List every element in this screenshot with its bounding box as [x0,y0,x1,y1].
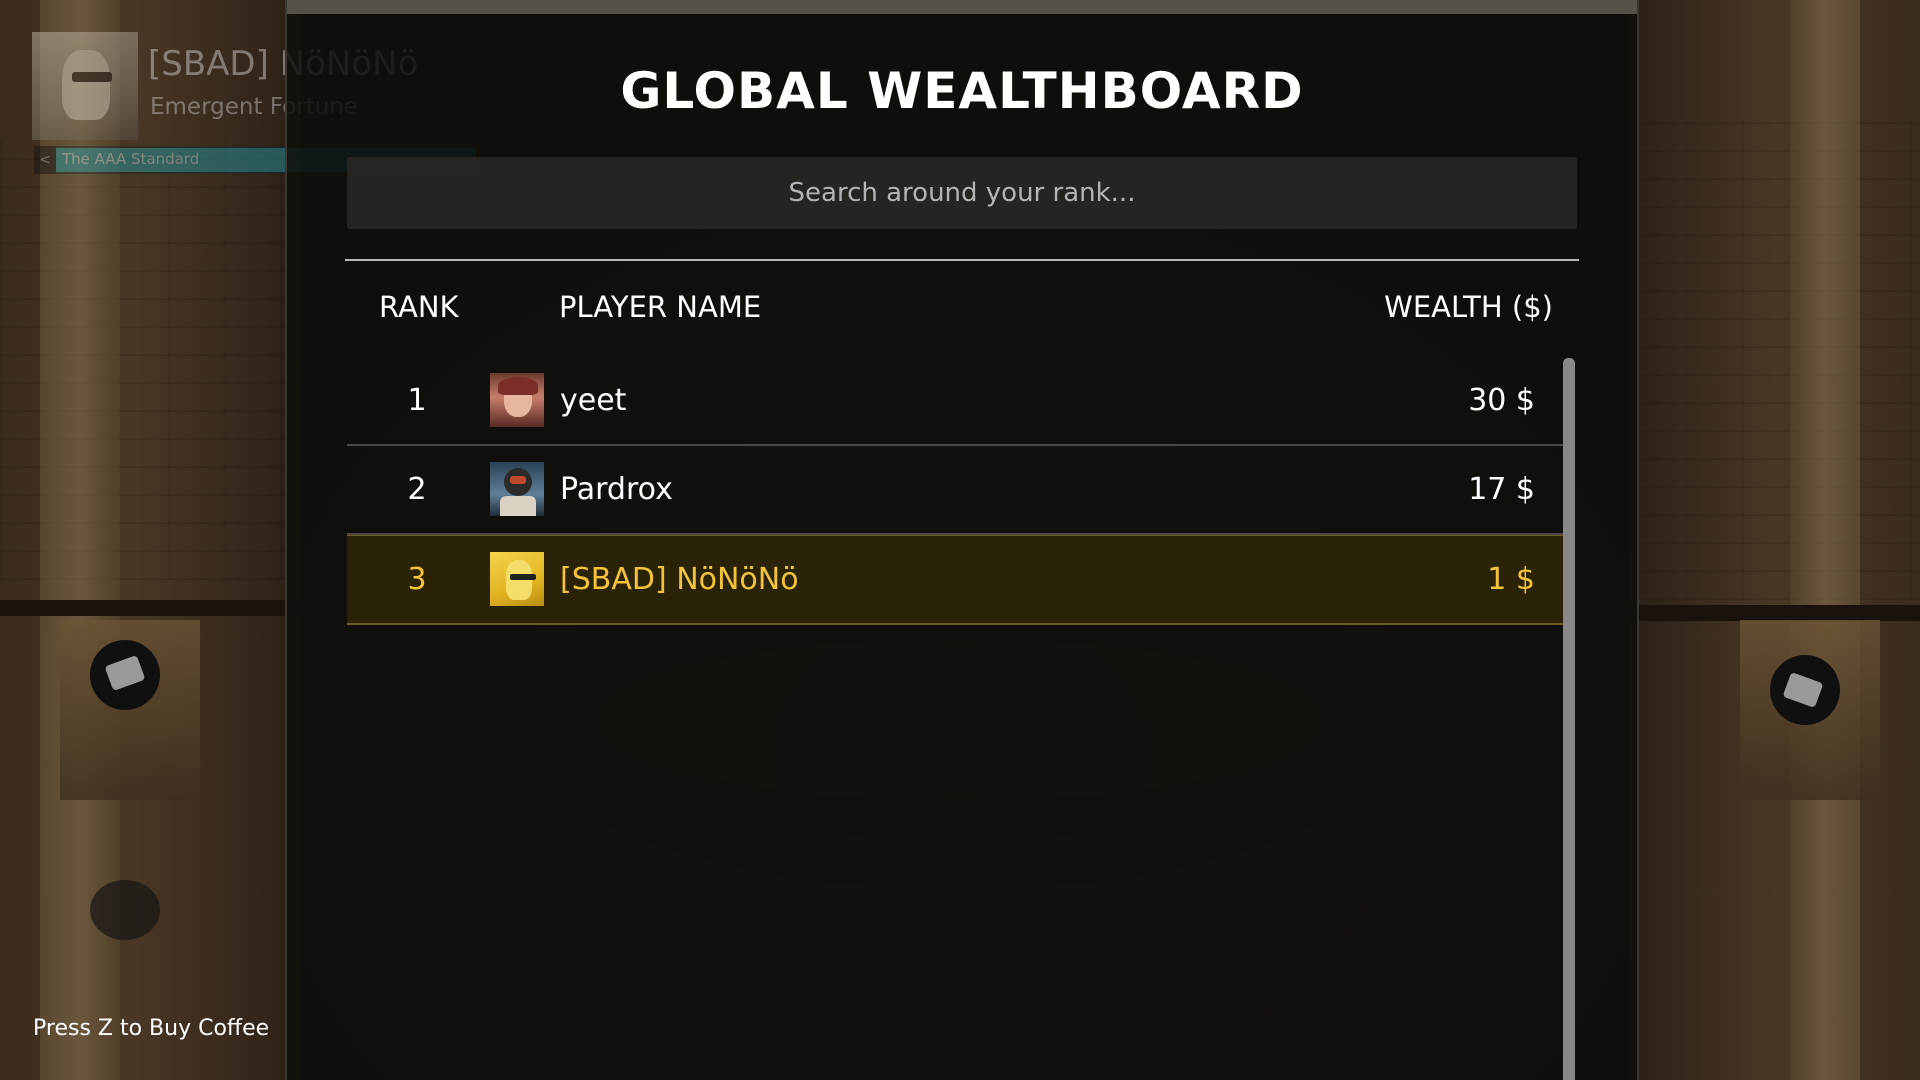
avatar-visor-shape [510,476,526,484]
leaderboard-modal: GLOBAL WEALTHBOARD RANK PLAYER NAME WEAL… [285,0,1639,1080]
left-wall-diamond-ornament [90,640,160,710]
modal-top-bar [287,0,1637,14]
leaderboard-rows: 1 yeet 30 $ 2 Pardrox 17 $ 3 [SBAD] NöNö… [347,357,1567,625]
header-divider [345,259,1579,261]
llama-head-shape [62,50,110,120]
column-header-wealth: WEALTH ($) [1384,290,1553,324]
row-rank: 3 [407,562,427,597]
rank-search-input[interactable] [347,157,1577,229]
row-rank: 1 [407,383,427,418]
row-rank: 2 [407,472,427,507]
row-player-name: Pardrox [560,472,673,507]
column-header-rank: RANK [379,290,459,324]
player-avatar-icon [490,552,544,606]
player-avatar-icon [490,373,544,427]
avatar-hair-shape [498,377,538,395]
left-wall-lower-ornament [90,880,160,940]
row-player-name: yeet [560,383,627,418]
row-wealth: 17 $ [1468,472,1535,507]
xp-rank-label: The AAA Standard [62,150,200,168]
row-player-name: [SBAD] NöNöNö [560,562,799,597]
column-header-player-name: PLAYER NAME [559,290,762,324]
keybind-hint: Press Z to Buy Coffee [33,1016,270,1041]
player-avatar [32,32,138,140]
avatar-body-shape [500,496,536,516]
avatar-llama-head-shape [506,560,532,600]
leaderboard-scrollbar[interactable] [1563,358,1575,1080]
avatar-sunglasses-shape [510,574,536,580]
scene-right-wall [1630,0,1920,1080]
row-wealth: 30 $ [1468,383,1535,418]
left-wall-rail [0,600,300,616]
chevron-left-icon[interactable]: < [34,146,56,174]
leaderboard-row[interactable]: 2 Pardrox 17 $ [347,446,1567,535]
leaderboard-title: GLOBAL WEALTHBOARD [620,62,1304,120]
leaderboard-row[interactable]: 1 yeet 30 $ [347,357,1567,446]
player-avatar-icon [490,462,544,516]
right-wall-diamond-ornament [1770,655,1840,725]
sunglasses-shape [72,72,112,82]
right-wall-bricks [1630,120,1920,600]
search-box [347,157,1577,229]
right-wall-pillar [1790,0,1860,1080]
row-wealth: 1 $ [1487,562,1535,597]
right-wall-rail [1630,605,1920,621]
leaderboard-row-current-player[interactable]: 3 [SBAD] NöNöNö 1 $ [347,535,1567,625]
